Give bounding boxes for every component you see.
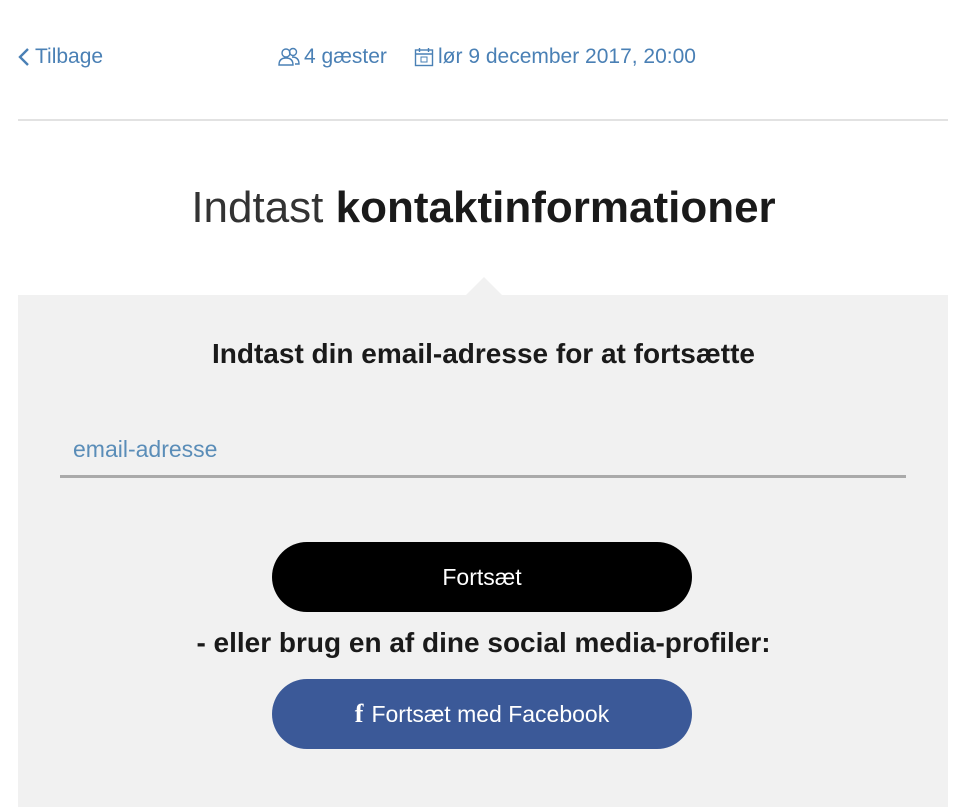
page-title: Indtast kontaktinformationer <box>0 178 967 238</box>
page-title-bold: kontaktinformationer <box>335 183 776 232</box>
facebook-icon: f <box>354 699 364 728</box>
email-field-wrapper <box>60 424 906 478</box>
guest-count-label: 4 gæster <box>304 45 387 68</box>
email-input[interactable] <box>60 424 906 475</box>
social-media-label: - eller brug en af dine social media-pro… <box>196 627 771 658</box>
header-divider <box>18 119 948 121</box>
back-label: Tilbage <box>35 45 104 68</box>
back-link[interactable]: Tilbage <box>18 45 103 69</box>
email-prompt: Indtast din email-adresse for at fortsæt… <box>211 338 755 369</box>
facebook-button-label: Fortsæt med Facebook <box>371 700 610 727</box>
event-date: lør 9 december 2017, 20:00 <box>414 45 696 69</box>
panel-notch <box>466 277 502 295</box>
chevron-left-icon <box>18 48 29 66</box>
page-title-light: Indtast <box>191 183 324 232</box>
people-icon <box>278 47 300 66</box>
top-bar: Tilbage 4 gæster lør 9 december 2017, 20… <box>0 0 967 120</box>
continue-button[interactable]: Fortsæt <box>272 542 692 612</box>
calendar-icon <box>414 48 434 67</box>
facebook-continue-button[interactable]: f Fortsæt med Facebook <box>272 679 692 749</box>
guest-count: 4 gæster <box>278 45 387 69</box>
event-date-label: lør 9 december 2017, 20:00 <box>438 45 696 68</box>
